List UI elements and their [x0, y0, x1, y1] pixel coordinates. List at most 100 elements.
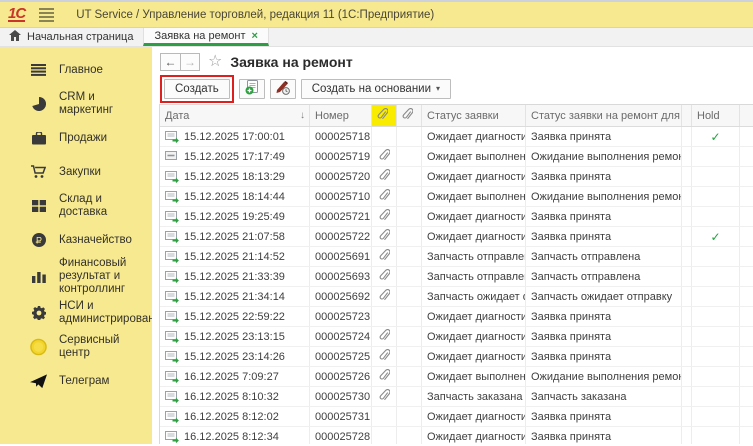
table-row[interactable]: 16.12.2025 8:10:32000025730Запчасть зака… [160, 387, 753, 407]
cell-date: 15.12.2025 23:14:26 [160, 347, 310, 366]
sidebar-item-9[interactable]: Сервисный центр [0, 330, 152, 364]
create-based-on-button[interactable]: Создать на основании ▾ [301, 79, 451, 99]
document-posted-icon [165, 130, 179, 143]
column-header-clip2[interactable] [397, 105, 422, 126]
table-row[interactable]: 15.12.2025 17:17:49000025719Ожидает выпо… [160, 147, 753, 167]
column-header-num[interactable]: Номер [310, 105, 372, 126]
cell-num: 000025710 [310, 187, 372, 206]
cell-clip1 [372, 367, 397, 386]
document-posted-icon [165, 230, 179, 243]
cell-num: 000025725 [310, 347, 372, 366]
cell-s1: Ожидает диагностики [422, 407, 526, 426]
cell-s1: Ожидает диагностики [422, 207, 526, 226]
sidebar-item-7[interactable]: Финансовый результат и контроллинг [0, 257, 152, 296]
table-row[interactable]: 16.12.2025 7:09:27000025726Ожидает выпол… [160, 367, 753, 387]
favorite-star-icon[interactable]: ☆ [208, 54, 222, 70]
grid-icon [30, 200, 47, 212]
main-menu-icon[interactable] [39, 8, 54, 22]
chevron-down-icon: ▾ [436, 84, 440, 93]
cell-clip1 [372, 167, 397, 186]
cell-date: 15.12.2025 22:59:22 [160, 307, 310, 326]
sidebar-item-5[interactable]: Склад и доставка [0, 189, 152, 223]
document-posted-icon [165, 310, 179, 323]
cell-clip2 [397, 367, 422, 386]
cell-clip2 [397, 307, 422, 326]
table-row[interactable]: 15.12.2025 23:13:15000025724Ожидает диаг… [160, 327, 753, 347]
back-button[interactable]: ← [160, 53, 180, 71]
set-deadline-button[interactable] [270, 79, 296, 99]
table-row[interactable]: 15.12.2025 21:07:58000025722Ожидает диаг… [160, 227, 753, 247]
sidebar-item-2[interactable]: CRM и маркетинг [0, 87, 152, 121]
table-row[interactable]: 15.12.2025 21:34:14000025692Запчасть ожи… [160, 287, 753, 307]
cell-hold [692, 327, 740, 346]
document-posted-icon [165, 170, 179, 183]
cell-num: 000025724 [310, 327, 372, 346]
cell-date: 15.12.2025 21:33:39 [160, 267, 310, 286]
cell-num: 000025722 [310, 227, 372, 246]
cell-date: 15.12.2025 21:14:52 [160, 247, 310, 266]
cell-date: 15.12.2025 21:07:58 [160, 227, 310, 246]
tab-label: Заявка на ремонт [154, 30, 245, 42]
table-row[interactable]: 15.12.2025 18:13:29000025720Ожидает диаг… [160, 167, 753, 187]
cell-hold [692, 427, 740, 444]
tab-close-icon[interactable]: × [252, 30, 258, 42]
sidebar-item-label: Сервисный центр [59, 334, 146, 360]
column-header-clip1[interactable] [372, 105, 397, 126]
column-header-date[interactable]: Дата↓ [160, 105, 310, 126]
cell-sp [682, 227, 692, 246]
cell-clip2 [397, 227, 422, 246]
column-header-sp[interactable] [682, 105, 692, 126]
cell-clip2 [397, 247, 422, 266]
column-header-s1[interactable]: Статус заявки [422, 105, 526, 126]
table-row[interactable]: 15.12.2025 19:25:49000025721Ожидает диаг… [160, 207, 753, 227]
forward-button[interactable]: → [180, 53, 200, 71]
sidebar-item-1[interactable]: Главное [0, 53, 152, 87]
cell-clip2 [397, 267, 422, 286]
sidebar-item-10[interactable]: Телеграм [0, 364, 152, 398]
sidebar-item-4[interactable]: Закупки [0, 155, 152, 189]
sidebar-item-6[interactable]: PКазначейство [0, 223, 152, 257]
cell-s1: Ожидает выполнени... [422, 187, 526, 206]
sidebar-item-3[interactable]: Продажи [0, 121, 152, 155]
cell-hold: ✓ [692, 127, 740, 146]
cell-hold [692, 387, 740, 406]
table-row[interactable]: 16.12.2025 8:12:34000025728Ожидает диагн… [160, 427, 753, 444]
cell-num: 000025691 [310, 247, 372, 266]
cell-s2: Заявка принята [526, 427, 682, 444]
cell-clip1 [372, 387, 397, 406]
column-header-hold[interactable]: Hold [692, 105, 740, 126]
table-row[interactable]: 15.12.2025 22:59:22000025723Ожидает диаг… [160, 307, 753, 327]
cell-hold [692, 407, 740, 426]
tab-repair-request[interactable]: Заявка на ремонт × [143, 28, 269, 46]
cell-clip2 [397, 407, 422, 426]
sidebar-item-label: Казначейство [59, 234, 132, 247]
cell-s2: Заявка принята [526, 167, 682, 186]
cell-clip2 [397, 287, 422, 306]
table-row[interactable]: 15.12.2025 23:14:26000025725Ожидает диаг… [160, 347, 753, 367]
cell-num: 000025731 [310, 407, 372, 426]
cell-sp [682, 307, 692, 326]
document-posted-icon [165, 210, 179, 223]
paperclip-icon [402, 108, 413, 124]
table-row[interactable]: 15.12.2025 21:33:39000025693Запчасть отп… [160, 267, 753, 287]
table-row[interactable]: 16.12.2025 8:12:02000025731Ожидает диагн… [160, 407, 753, 427]
document-posted-icon [165, 410, 179, 423]
cell-clip2 [397, 387, 422, 406]
cell-s2: Ожидание выполнения ремонта [526, 187, 682, 206]
create-copy-button[interactable] [239, 79, 265, 99]
create-button[interactable]: Создать [164, 79, 230, 99]
table-row[interactable]: 15.12.2025 18:14:44000025710Ожидает выпо… [160, 187, 753, 207]
circle-icon [30, 338, 47, 356]
column-header-s2[interactable]: Статус заявки на ремонт для кл... [526, 105, 682, 126]
cell-hold [692, 267, 740, 286]
table-row[interactable]: 15.12.2025 21:14:52000025691Запчасть отп… [160, 247, 753, 267]
cell-hold [692, 367, 740, 386]
cell-clip2 [397, 327, 422, 346]
sidebar-item-8[interactable]: НСИ и администрирование [0, 296, 152, 330]
document-posted-icon [165, 290, 179, 303]
tab-home[interactable]: Начальная страница [0, 28, 143, 46]
table-row[interactable]: 15.12.2025 17:00:01000025718Ожидает диаг… [160, 127, 753, 147]
sidebar-item-label: Телеграм [59, 375, 109, 388]
cell-date: 15.12.2025 17:17:49 [160, 147, 310, 166]
toolbar: Создать Создать на основании ▾ [152, 75, 753, 104]
